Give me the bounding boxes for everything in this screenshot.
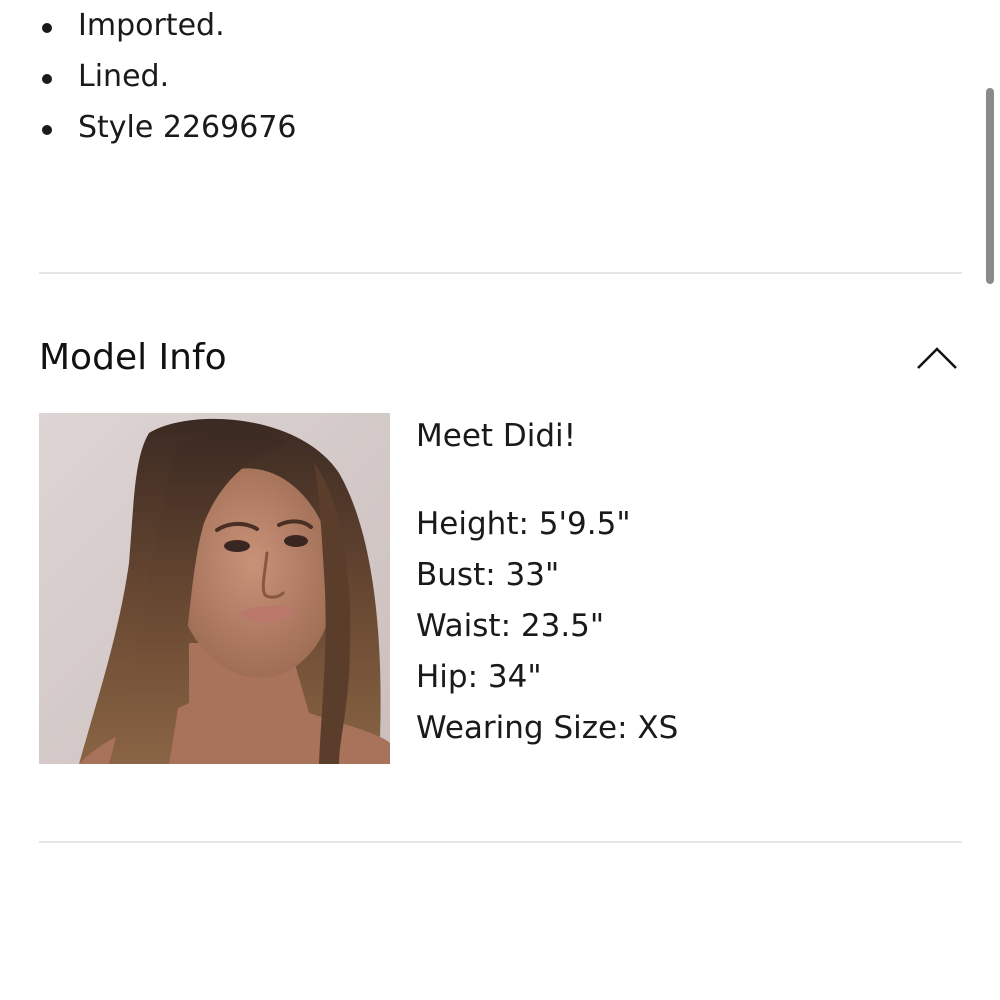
chevron-up-icon[interactable] [916,340,958,376]
model-height: Height: 5'9.5" [416,506,631,542]
list-item: Style 2269676 [40,102,297,153]
list-item-text: Imported. [78,8,225,43]
bullet-dot [42,23,52,33]
model-intro: Meet Didi! [416,418,577,454]
list-item-text: Style 2269676 [78,110,297,145]
model-bust: Bust: 33" [416,557,560,593]
model-wearing-size: Wearing Size: XS [416,710,679,746]
model-waist: Waist: 23.5" [416,608,605,644]
model-portrait-image [39,413,390,764]
list-item-text: Lined. [78,59,170,94]
section-divider [39,841,962,843]
scrollbar-thumb[interactable] [986,88,994,284]
scrollbar[interactable] [986,80,994,290]
list-item: Imported. [40,0,297,51]
model-info-accordion-header[interactable]: Model Info [39,330,962,386]
section-title: Model Info [39,337,227,378]
section-divider [39,272,962,274]
bullet-dot [42,74,52,84]
model-photo [39,413,390,764]
model-details: Meet Didi! Height: 5'9.5" Bust: 33" Wais… [416,411,936,754]
model-hip: Hip: 34" [416,659,542,695]
list-item: Lined. [40,51,297,102]
bullet-dot [42,125,52,135]
